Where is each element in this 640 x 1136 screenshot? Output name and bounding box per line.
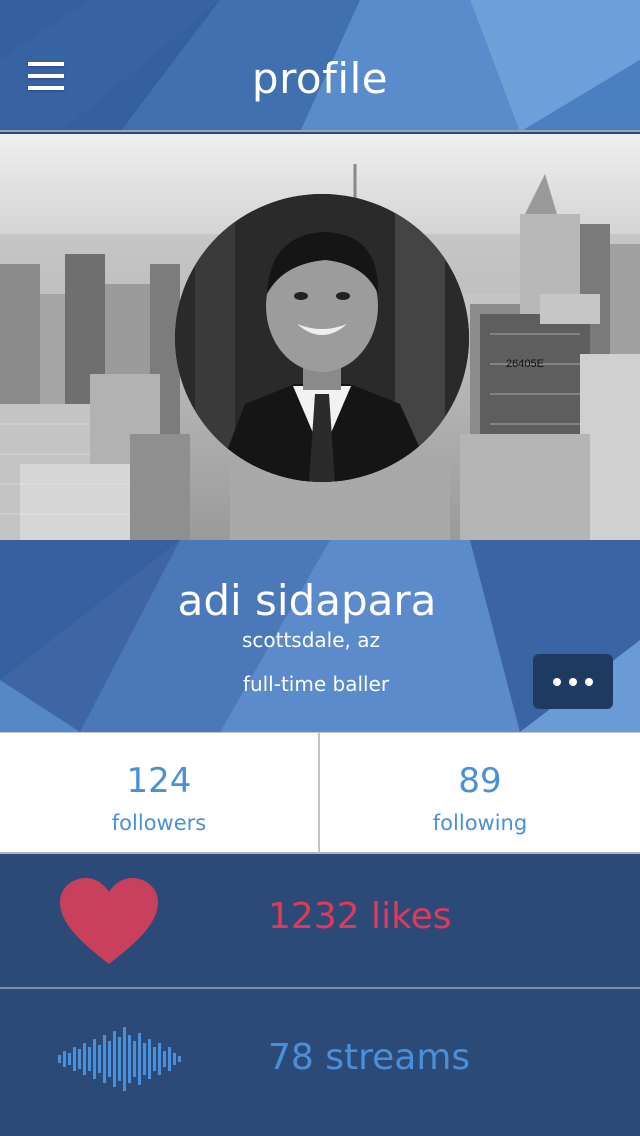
followers-label: followers [111,811,207,835]
profile-stats: 124 followers 89 following [0,732,640,854]
profile-photo[interactable] [175,194,469,482]
streams-row[interactable]: 78 streams [0,989,640,1136]
followers-stat[interactable]: 124 followers [0,733,320,853]
avatar-image [175,194,469,482]
following-label: following [432,811,528,835]
streams-count: 78 streams [268,1037,471,1078]
profile-location: scottsdale, az [241,628,381,652]
followers-count: 124 [126,761,192,801]
profile-name: adi sidapara [177,576,437,625]
more-dots-icon [553,677,561,686]
more-options-button[interactable] [533,654,613,709]
likes-count: 1232 likes [268,896,452,937]
heart-icon [60,878,158,964]
following-stat[interactable]: 89 following [320,733,640,853]
profile-info: adi sidapara scottsdale, az full-time ba… [0,540,640,732]
cover-photo: 26405E [0,134,640,540]
photo-watermark: 26405E [506,358,544,370]
waveform-icon [58,1027,181,1091]
following-count: 89 [458,761,502,801]
page-title: profile [251,54,389,103]
app-header: profile [0,0,640,132]
likes-row[interactable]: 1232 likes [0,854,640,989]
